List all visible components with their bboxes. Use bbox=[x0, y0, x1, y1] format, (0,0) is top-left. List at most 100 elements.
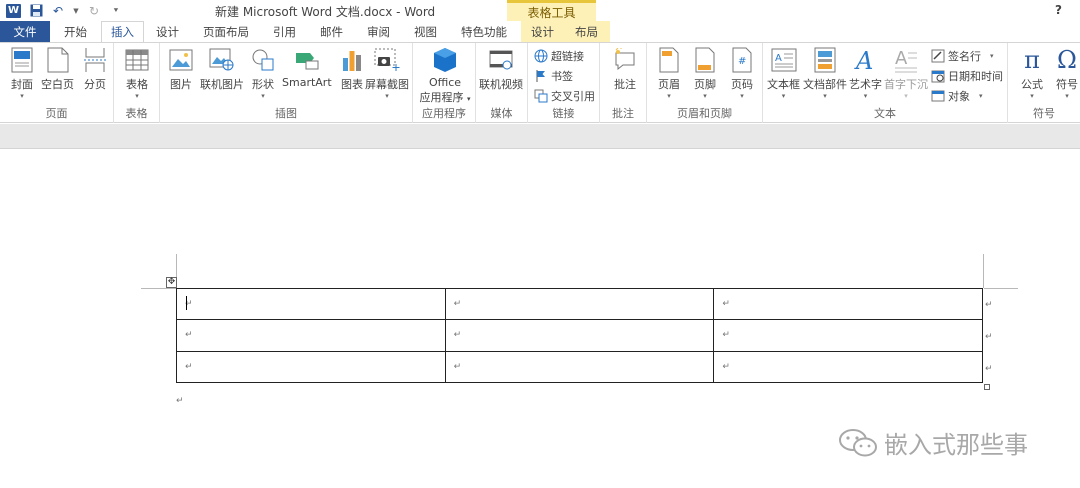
chart-button[interactable]: 图表 bbox=[339, 47, 365, 92]
cross-reference-button[interactable]: 交叉引用 bbox=[534, 87, 595, 105]
undo-dropdown-icon[interactable]: ▼ bbox=[73, 4, 79, 18]
equation-button[interactable]: π 公式 ▾ bbox=[1019, 46, 1045, 100]
smartart-label: SmartArt bbox=[282, 76, 332, 89]
table-move-handle-icon[interactable]: ✥ bbox=[166, 277, 177, 288]
picture-button[interactable]: 图片 bbox=[168, 47, 194, 92]
group-label-header-footer: 页眉和页脚 bbox=[677, 107, 732, 120]
svg-text:#: # bbox=[738, 56, 746, 67]
tab-special-features[interactable]: 特色功能 bbox=[449, 21, 521, 42]
smartart-icon bbox=[294, 47, 320, 73]
office-apps-label-line2: 应用程序 ▾ bbox=[419, 91, 471, 104]
textbox-button[interactable]: A 文本框 ▾ bbox=[767, 47, 800, 100]
quick-parts-icon bbox=[812, 47, 838, 73]
tab-mailings[interactable]: 邮件 bbox=[308, 21, 355, 42]
group-tables: 表格 ▾ 表格 bbox=[114, 43, 160, 123]
group-label-pages: 页面 bbox=[45, 107, 68, 120]
table-tools-header: 表格工具 bbox=[507, 0, 596, 21]
table-cell[interactable]: ↵ bbox=[713, 350, 983, 384]
chevron-down-icon: ▾ bbox=[904, 92, 908, 100]
comment-button[interactable]: 批注 bbox=[612, 47, 638, 92]
group-apps: Office 应用程序 ▾ 应用程序 bbox=[413, 43, 476, 123]
group-label-tables: 表格 bbox=[125, 107, 148, 120]
group-label-links: 链接 bbox=[552, 107, 575, 120]
object-button[interactable]: 对象 ▾ bbox=[931, 87, 983, 105]
group-label-media: 媒体 bbox=[490, 107, 513, 120]
table-cell[interactable]: ↵ bbox=[713, 287, 983, 321]
header-icon bbox=[656, 47, 682, 73]
header-button[interactable]: 页眉 ▾ bbox=[656, 47, 682, 100]
table-button[interactable]: 表格 ▾ bbox=[124, 47, 150, 100]
shapes-button[interactable]: 形状 ▾ bbox=[250, 47, 276, 100]
group-label-text: 文本 bbox=[874, 107, 896, 120]
undo-icon[interactable]: ↶ bbox=[51, 4, 65, 18]
tab-home[interactable]: 开始 bbox=[50, 21, 101, 42]
group-label-illustrations: 插图 bbox=[275, 107, 297, 120]
hyperlink-button[interactable]: 超链接 bbox=[534, 47, 584, 65]
svg-text:A: A bbox=[895, 48, 908, 69]
table-cell[interactable]: ↵ bbox=[444, 350, 715, 384]
tab-page-layout[interactable]: 页面布局 bbox=[191, 21, 261, 42]
group-label-comments: 批注 bbox=[612, 107, 634, 120]
blank-page-button[interactable]: 空白页 bbox=[41, 47, 74, 92]
date-time-button[interactable]: 日期和时间 bbox=[931, 67, 1003, 85]
object-label: 对象 bbox=[948, 90, 970, 103]
table-cell[interactable]: ↵ bbox=[713, 319, 983, 352]
table-cell[interactable]: ↵ bbox=[176, 350, 446, 384]
group-text: A 文本框 ▾ 文档部件 ▾ A 艺术字 ▾ A 首字下沉 ▾ 签名行 ▾ 日期… bbox=[763, 43, 1008, 123]
redo-icon[interactable]: ↻ bbox=[87, 4, 101, 18]
chevron-down-icon: ▾ bbox=[740, 92, 744, 100]
tab-file[interactable]: 文件 bbox=[0, 21, 50, 42]
tab-table-design[interactable]: 设计 bbox=[521, 21, 565, 42]
chart-icon bbox=[339, 47, 365, 73]
table-row: ↵ ↵ ↵ bbox=[176, 350, 983, 384]
smartart-button[interactable]: SmartArt bbox=[282, 47, 332, 89]
page-number-button[interactable]: # 页码 ▾ bbox=[729, 47, 755, 100]
page-break-button[interactable]: 分页 bbox=[82, 47, 108, 92]
table-cell[interactable]: ↵ bbox=[444, 287, 715, 321]
symbol-label: 符号 bbox=[1056, 78, 1078, 91]
wordart-button[interactable]: A 艺术字 ▾ bbox=[849, 47, 882, 100]
group-symbols: π 公式 ▾ Ω 符号 ▾ 符号 bbox=[1008, 43, 1080, 123]
bookmark-button[interactable]: 书签 bbox=[534, 67, 573, 85]
signature-line-button[interactable]: 签名行 ▾ bbox=[931, 47, 994, 65]
signature-line-icon bbox=[931, 49, 945, 63]
table-cell[interactable]: ↵ bbox=[176, 287, 446, 321]
bookmark-label: 书签 bbox=[551, 70, 573, 83]
quick-parts-button[interactable]: 文档部件 ▾ bbox=[803, 47, 847, 100]
symbol-button[interactable]: Ω 符号 ▾ bbox=[1054, 46, 1080, 100]
footer-button[interactable]: 页脚 ▾ bbox=[692, 47, 718, 100]
tab-references[interactable]: 引用 bbox=[261, 21, 308, 42]
blank-page-label: 空白页 bbox=[41, 78, 74, 91]
table-resize-handle[interactable] bbox=[984, 384, 990, 390]
customize-qat-icon[interactable]: ⯆ bbox=[109, 4, 123, 18]
online-picture-button[interactable]: 联机图片 bbox=[200, 47, 244, 92]
chevron-down-icon: ▾ bbox=[823, 92, 827, 100]
cover-page-label: 封面 bbox=[11, 78, 33, 91]
header-label: 页眉 bbox=[658, 78, 680, 91]
table-cell[interactable]: ↵ bbox=[176, 319, 446, 352]
word-logo-icon: W bbox=[6, 3, 21, 18]
cover-page-button[interactable]: 封面 ▾ bbox=[9, 47, 35, 100]
online-video-button[interactable]: 联机视频 bbox=[479, 47, 523, 92]
save-icon[interactable] bbox=[29, 4, 43, 18]
group-media: 联机视频 媒体 bbox=[476, 43, 528, 123]
tab-review[interactable]: 审阅 bbox=[355, 21, 402, 42]
page-break-label: 分页 bbox=[84, 78, 106, 91]
drop-cap-button[interactable]: A 首字下沉 ▾ bbox=[884, 47, 928, 100]
tab-view[interactable]: 视图 bbox=[402, 21, 449, 42]
table-cell[interactable]: ↵ bbox=[444, 319, 715, 352]
document-table[interactable]: ↵ ↵ ↵ ↵ ↵ ↵ ↵ ↵ ↵ bbox=[176, 287, 983, 384]
table-row: ↵ ↵ ↵ bbox=[176, 287, 983, 321]
help-icon[interactable]: ? bbox=[1055, 3, 1062, 17]
tab-insert[interactable]: 插入 bbox=[101, 21, 144, 42]
tab-table-layout[interactable]: 布局 bbox=[565, 21, 610, 42]
tab-design[interactable]: 设计 bbox=[144, 21, 191, 42]
calendar-icon bbox=[931, 69, 945, 83]
chevron-down-icon: ▾ bbox=[979, 92, 983, 100]
group-label-symbols: 符号 bbox=[1033, 107, 1055, 120]
office-apps-button[interactable]: Office 应用程序 ▾ bbox=[417, 47, 473, 105]
screenshot-button[interactable]: 屏幕截图 ▾ bbox=[365, 47, 409, 100]
shapes-icon bbox=[250, 47, 276, 73]
page-number-label: 页码 bbox=[731, 78, 753, 91]
picture-icon bbox=[168, 47, 194, 73]
